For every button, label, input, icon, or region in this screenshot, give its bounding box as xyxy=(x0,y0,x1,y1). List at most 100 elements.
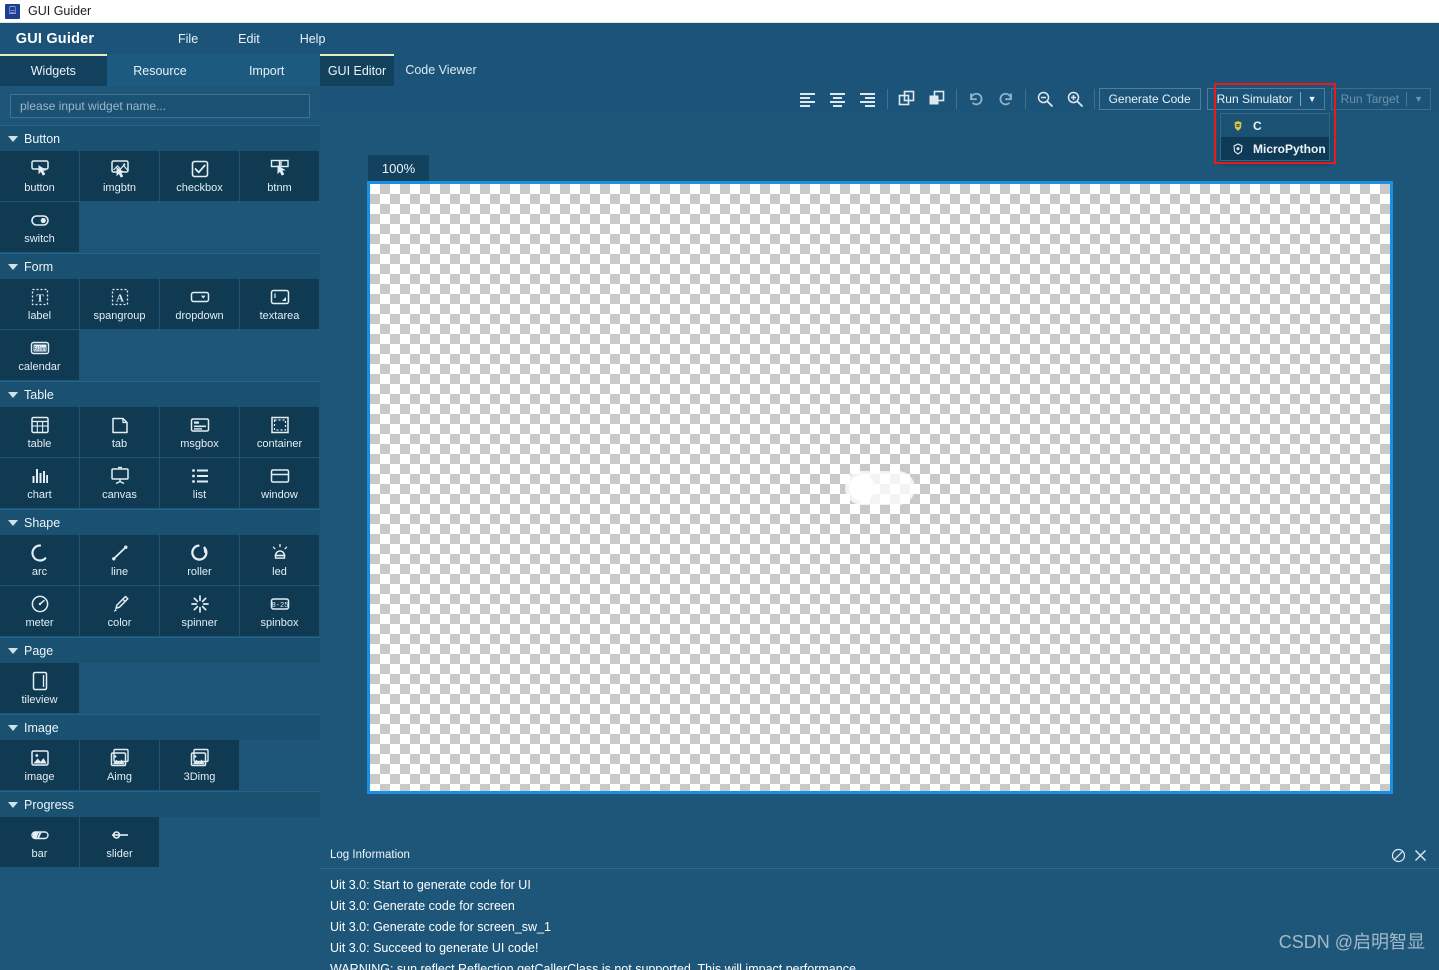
widget-group-header-progress[interactable]: Progress xyxy=(0,791,320,817)
canvas-icon xyxy=(109,465,131,487)
svg-text:8-25: 8-25 xyxy=(271,602,288,610)
widget-grid-filler xyxy=(240,663,320,714)
editor-toolbar: Generate Code Run Simulator ▼ Run Target… xyxy=(320,86,1439,112)
widget-group-header-table[interactable]: Table xyxy=(0,381,320,407)
tab-gui-editor[interactable]: GUI Editor xyxy=(320,54,394,86)
widget-tile-label[interactable]: Tlabel xyxy=(0,279,80,330)
menu-item-micropython[interactable]: MicroPython xyxy=(1221,137,1329,160)
chevron-down-icon[interactable]: ▼ xyxy=(1301,94,1324,104)
widget-tile-aimg[interactable]: Aimg xyxy=(80,740,160,791)
search-input[interactable] xyxy=(10,94,310,118)
widget-tile-label: textarea xyxy=(259,310,300,322)
zoom-in-icon[interactable] xyxy=(1060,86,1090,112)
widget-group-label: Shape xyxy=(24,515,61,530)
align-left-icon[interactable] xyxy=(793,86,823,112)
tab-resource[interactable]: Resource xyxy=(106,54,214,86)
widget-group-header-image[interactable]: Image xyxy=(0,714,320,740)
zoom-out-icon[interactable] xyxy=(1030,86,1060,112)
close-icon[interactable] xyxy=(1409,844,1431,866)
design-canvas[interactable] xyxy=(367,181,1393,794)
widget-tile-roller[interactable]: roller xyxy=(160,535,240,586)
menu-item-file[interactable]: File xyxy=(168,28,208,50)
toolbar-divider xyxy=(1093,89,1095,109)
widget-tile-checkbox[interactable]: checkbox xyxy=(160,151,240,202)
bring-to-front-icon[interactable] xyxy=(892,86,922,112)
animated-image-icon xyxy=(109,747,131,769)
btnm-icon xyxy=(269,158,291,180)
button-icon xyxy=(29,158,51,180)
widget-tile-3dimg[interactable]: 3Dimg xyxy=(160,740,240,791)
widget-tile-slider[interactable]: slider xyxy=(80,817,160,868)
run-simulator-split-button[interactable]: Run Simulator ▼ xyxy=(1206,88,1325,110)
toolbar-divider xyxy=(955,89,957,109)
widget-tile-label: 3Dimg xyxy=(183,771,216,783)
editor-stage[interactable]: 100% xyxy=(320,112,1439,842)
widget-tile-chart[interactable]: chart xyxy=(0,458,80,509)
log-output[interactable]: Uit 3.0: Start to generate code for UI Ui… xyxy=(320,869,1439,970)
widget-tile-switch[interactable]: switch xyxy=(0,202,80,253)
widget-panel: Button button imgbtn checkbox btnm switch Form… xyxy=(0,86,320,970)
widget-tile-msgbox[interactable]: msgbox xyxy=(160,407,240,458)
widget-grid-filler xyxy=(240,202,320,253)
widget-tile-tab[interactable]: tab xyxy=(80,407,160,458)
widget-grid-filler xyxy=(160,817,240,868)
widget-tile-line[interactable]: line xyxy=(80,535,160,586)
widget-search-area xyxy=(0,86,320,125)
canvas-widget-switch[interactable] xyxy=(845,470,915,505)
run-target-split-button[interactable]: Run Target ▼ xyxy=(1330,88,1431,110)
menu-item-c[interactable]: C xyxy=(1221,114,1329,137)
clear-log-icon[interactable] xyxy=(1387,844,1409,866)
widget-group-header-shape[interactable]: Shape xyxy=(0,509,320,535)
widget-tile-dropdown[interactable]: dropdown xyxy=(160,279,240,330)
widget-tile-arc[interactable]: arc xyxy=(0,535,80,586)
widget-group-header-form[interactable]: Form xyxy=(0,253,320,279)
color-icon xyxy=(109,593,131,615)
widget-tile-btnm[interactable]: btnm xyxy=(240,151,320,202)
undo-icon[interactable] xyxy=(961,86,991,112)
widget-tile-tileview[interactable]: tileview xyxy=(0,663,80,714)
tab-widgets[interactable]: Widgets xyxy=(0,54,107,86)
menu-item-help[interactable]: Help xyxy=(290,28,336,50)
widget-tile-spinbox[interactable]: 8-25 spinbox xyxy=(240,586,320,637)
widget-tile-spangroup[interactable]: Aspangroup xyxy=(80,279,160,330)
log-panel-header: Log Information xyxy=(320,842,1439,869)
widget-group-header-button[interactable]: Button xyxy=(0,125,320,151)
widget-tile-imgbtn[interactable]: imgbtn xyxy=(80,151,160,202)
widget-grid-shape: arc line roller led meter color spinner 8-25 spi… xyxy=(0,535,320,637)
chevron-down-icon[interactable]: ▼ xyxy=(1407,94,1430,104)
send-to-back-icon[interactable] xyxy=(922,86,952,112)
widget-tile-canvas[interactable]: canvas xyxy=(80,458,160,509)
widget-tile-label: spinbox xyxy=(260,617,299,629)
widget-tile-label: spangroup xyxy=(93,310,146,322)
tab-code-viewer[interactable]: Code Viewer xyxy=(394,54,488,86)
widget-tile-calendar[interactable]: 5/Jan calendar xyxy=(0,330,80,381)
widget-tile-led[interactable]: led xyxy=(240,535,320,586)
widget-tile-color[interactable]: color xyxy=(80,586,160,637)
toolbar-divider xyxy=(886,89,888,109)
widget-group-label: Table xyxy=(24,387,54,402)
menu-item-micropython-label: MicroPython xyxy=(1253,141,1326,156)
widget-tile-list[interactable]: list xyxy=(160,458,240,509)
widget-tile-bar[interactable]: bar xyxy=(0,817,80,868)
widget-tile-image[interactable]: image xyxy=(0,740,80,791)
msgbox-icon xyxy=(189,414,211,436)
caret-down-icon xyxy=(8,263,18,270)
tab-icon xyxy=(109,414,131,436)
widget-group-header-page[interactable]: Page xyxy=(0,637,320,663)
widget-tile-meter[interactable]: meter xyxy=(0,586,80,637)
spinbox-icon: 8-25 xyxy=(269,593,291,615)
tab-import[interactable]: Import xyxy=(213,54,321,86)
widget-tile-window[interactable]: window xyxy=(240,458,320,509)
widget-tile-textarea[interactable]: textarea xyxy=(240,279,320,330)
widget-tile-table[interactable]: table xyxy=(0,407,80,458)
align-right-icon[interactable] xyxy=(853,86,883,112)
widget-group-label: Button xyxy=(24,131,61,146)
widget-group-label: Image xyxy=(24,720,59,735)
widget-tile-container[interactable]: container xyxy=(240,407,320,458)
menu-item-edit[interactable]: Edit xyxy=(228,28,270,50)
redo-icon[interactable] xyxy=(991,86,1021,112)
widget-tile-spinner[interactable]: spinner xyxy=(160,586,240,637)
generate-code-button[interactable]: Generate Code xyxy=(1098,88,1201,110)
align-center-icon[interactable] xyxy=(823,86,853,112)
widget-tile-button[interactable]: button xyxy=(0,151,80,202)
